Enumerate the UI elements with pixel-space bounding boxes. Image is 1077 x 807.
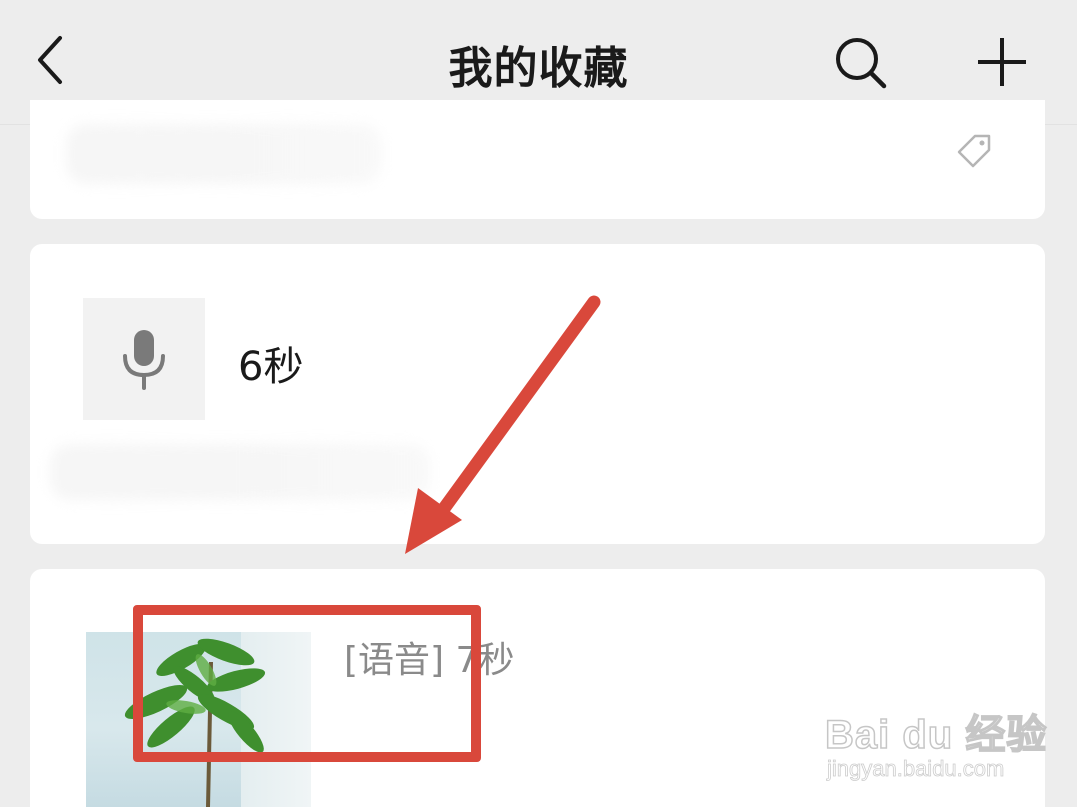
- voice-duration: 6秒: [238, 344, 304, 390]
- annotation-highlight-box: [133, 605, 481, 762]
- add-button[interactable]: [972, 32, 1032, 92]
- tag-icon: [957, 134, 991, 168]
- page-title: 我的收藏: [448, 43, 629, 94]
- watermark-url: jingyan.baidu.com: [827, 756, 1005, 782]
- voice-thumbnail: [83, 298, 205, 420]
- microphone-icon: [123, 330, 165, 390]
- blurred-content: [66, 124, 382, 184]
- plus-icon: [978, 38, 1026, 86]
- favorite-item-voice[interactable]: 6秒: [30, 244, 1045, 544]
- watermark-brand: Bai du 经验: [824, 712, 1048, 758]
- favorites-screen: 我的收藏 6秒 [语音] 7秒 Bai du 经验 jingyan.baidu.…: [0, 0, 1077, 807]
- tag-button[interactable]: [953, 128, 997, 172]
- favorite-item-blurred[interactable]: [30, 100, 1045, 219]
- watermark: Bai du 经验 jingyan.baidu.com: [824, 690, 1055, 790]
- search-button[interactable]: [830, 32, 890, 92]
- search-icon: [836, 38, 887, 89]
- blurred-content: [50, 444, 430, 500]
